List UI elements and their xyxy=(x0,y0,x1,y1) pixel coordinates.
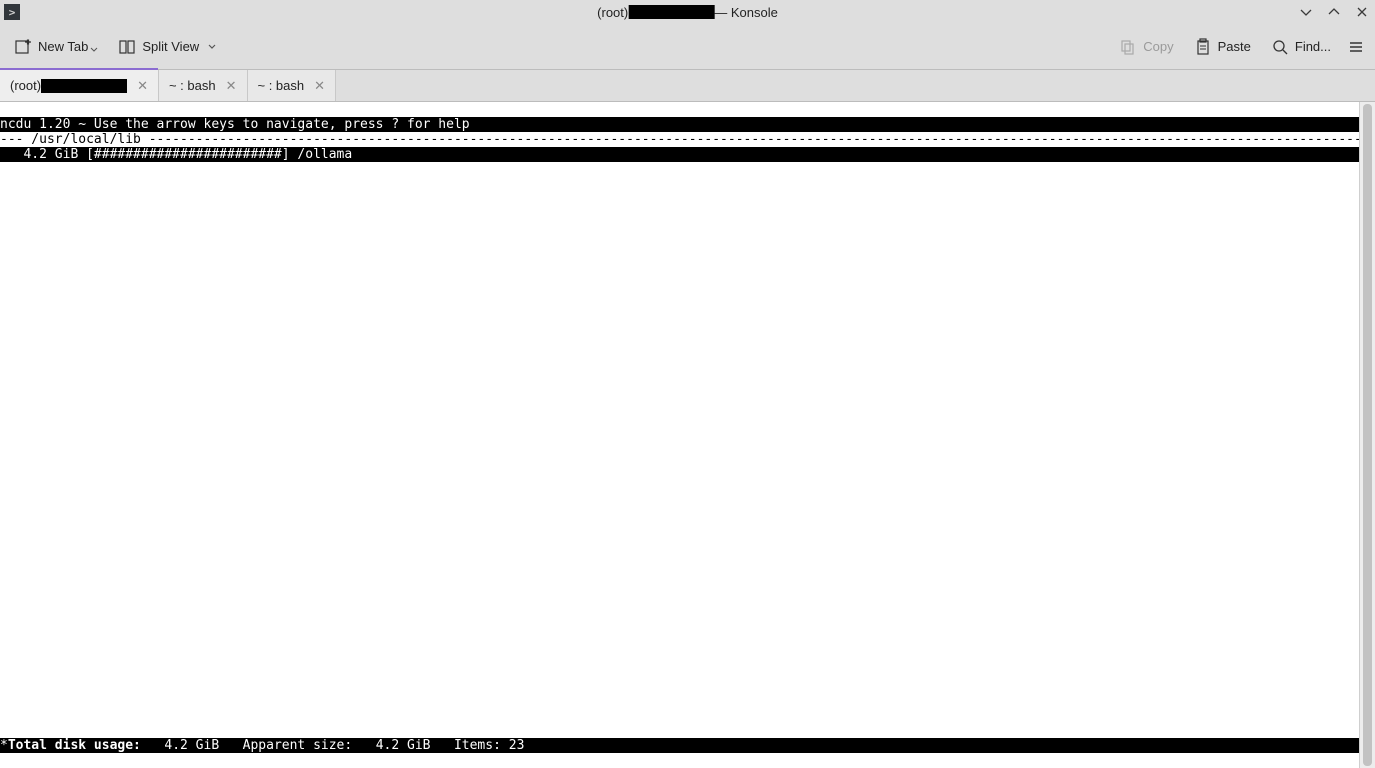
title-suffix: — Konsole xyxy=(714,5,778,20)
tab-bash-1[interactable]: ~ : bash ✕ xyxy=(159,70,248,101)
title-hostname-redacted xyxy=(628,5,714,19)
tab-label: ~ : bash xyxy=(169,78,216,93)
tab-label: ~ : bash xyxy=(258,78,305,93)
tab-close-icon[interactable]: ✕ xyxy=(314,78,325,94)
tab-hostname-redacted xyxy=(41,79,127,93)
hamburger-menu-button[interactable] xyxy=(1343,34,1369,60)
ncdu-header-line: ncdu 1.20 ~ Use the arrow keys to naviga… xyxy=(0,117,1359,132)
ncdu-footer-line: *Total disk usage: 4.2 GiB Apparent size… xyxy=(0,738,1359,753)
title-prefix: (root) xyxy=(597,5,628,20)
tab-strip: (root) ✕ ~ : bash ✕ ~ : bash ✕ xyxy=(0,70,1375,102)
paste-icon xyxy=(1194,38,1212,56)
ncdu-selected-row[interactable]: 4.2 GiB [########################] /olla… xyxy=(0,147,1359,162)
window-maximize-button[interactable] xyxy=(1325,3,1343,21)
dropdown-chevron-icon[interactable] xyxy=(207,42,217,52)
copy-label: Copy xyxy=(1143,39,1173,54)
paste-label: Paste xyxy=(1218,39,1251,54)
terminal-container: ncdu 1.20 ~ Use the arrow keys to naviga… xyxy=(0,102,1375,768)
copy-icon xyxy=(1119,38,1137,56)
scrollbar-thumb[interactable] xyxy=(1363,104,1372,766)
konsole-app-icon: > xyxy=(4,4,20,20)
tab-close-icon[interactable]: ✕ xyxy=(226,78,237,94)
new-tab-button[interactable]: New Tab xyxy=(6,34,106,60)
terminal-output[interactable]: ncdu 1.20 ~ Use the arrow keys to naviga… xyxy=(0,102,1359,768)
ncdu-path-line: --- /usr/local/lib ---------------------… xyxy=(0,132,1359,147)
copy-button[interactable]: Copy xyxy=(1111,34,1181,60)
new-tab-label: New Tab xyxy=(38,39,88,54)
paste-button[interactable]: Paste xyxy=(1186,34,1259,60)
window-titlebar: > (root) — Konsole xyxy=(0,0,1375,24)
tab-bash-2[interactable]: ~ : bash ✕ xyxy=(248,70,337,101)
window-title: (root) — Konsole xyxy=(597,5,778,20)
find-label: Find... xyxy=(1295,39,1331,54)
new-tab-icon xyxy=(14,38,32,56)
window-minimize-button[interactable] xyxy=(1297,3,1315,21)
split-view-icon xyxy=(118,38,136,56)
terminal-scrollbar[interactable] xyxy=(1359,102,1375,768)
tab-close-icon[interactable]: ✕ xyxy=(137,78,148,94)
toolbar: New Tab Split View Copy Paste Find... xyxy=(0,24,1375,70)
split-view-button[interactable]: Split View xyxy=(110,34,225,60)
split-view-label: Split View xyxy=(142,39,199,54)
hamburger-icon xyxy=(1347,38,1365,56)
dropdown-chevron-icon[interactable] xyxy=(90,46,98,54)
tab-label-prefix: (root) xyxy=(10,78,41,93)
find-button[interactable]: Find... xyxy=(1263,34,1339,60)
tab-root-session[interactable]: (root) ✕ xyxy=(0,70,159,101)
window-close-button[interactable] xyxy=(1353,3,1371,21)
search-icon xyxy=(1271,38,1289,56)
footer-bold: Total disk usage: xyxy=(8,738,141,753)
